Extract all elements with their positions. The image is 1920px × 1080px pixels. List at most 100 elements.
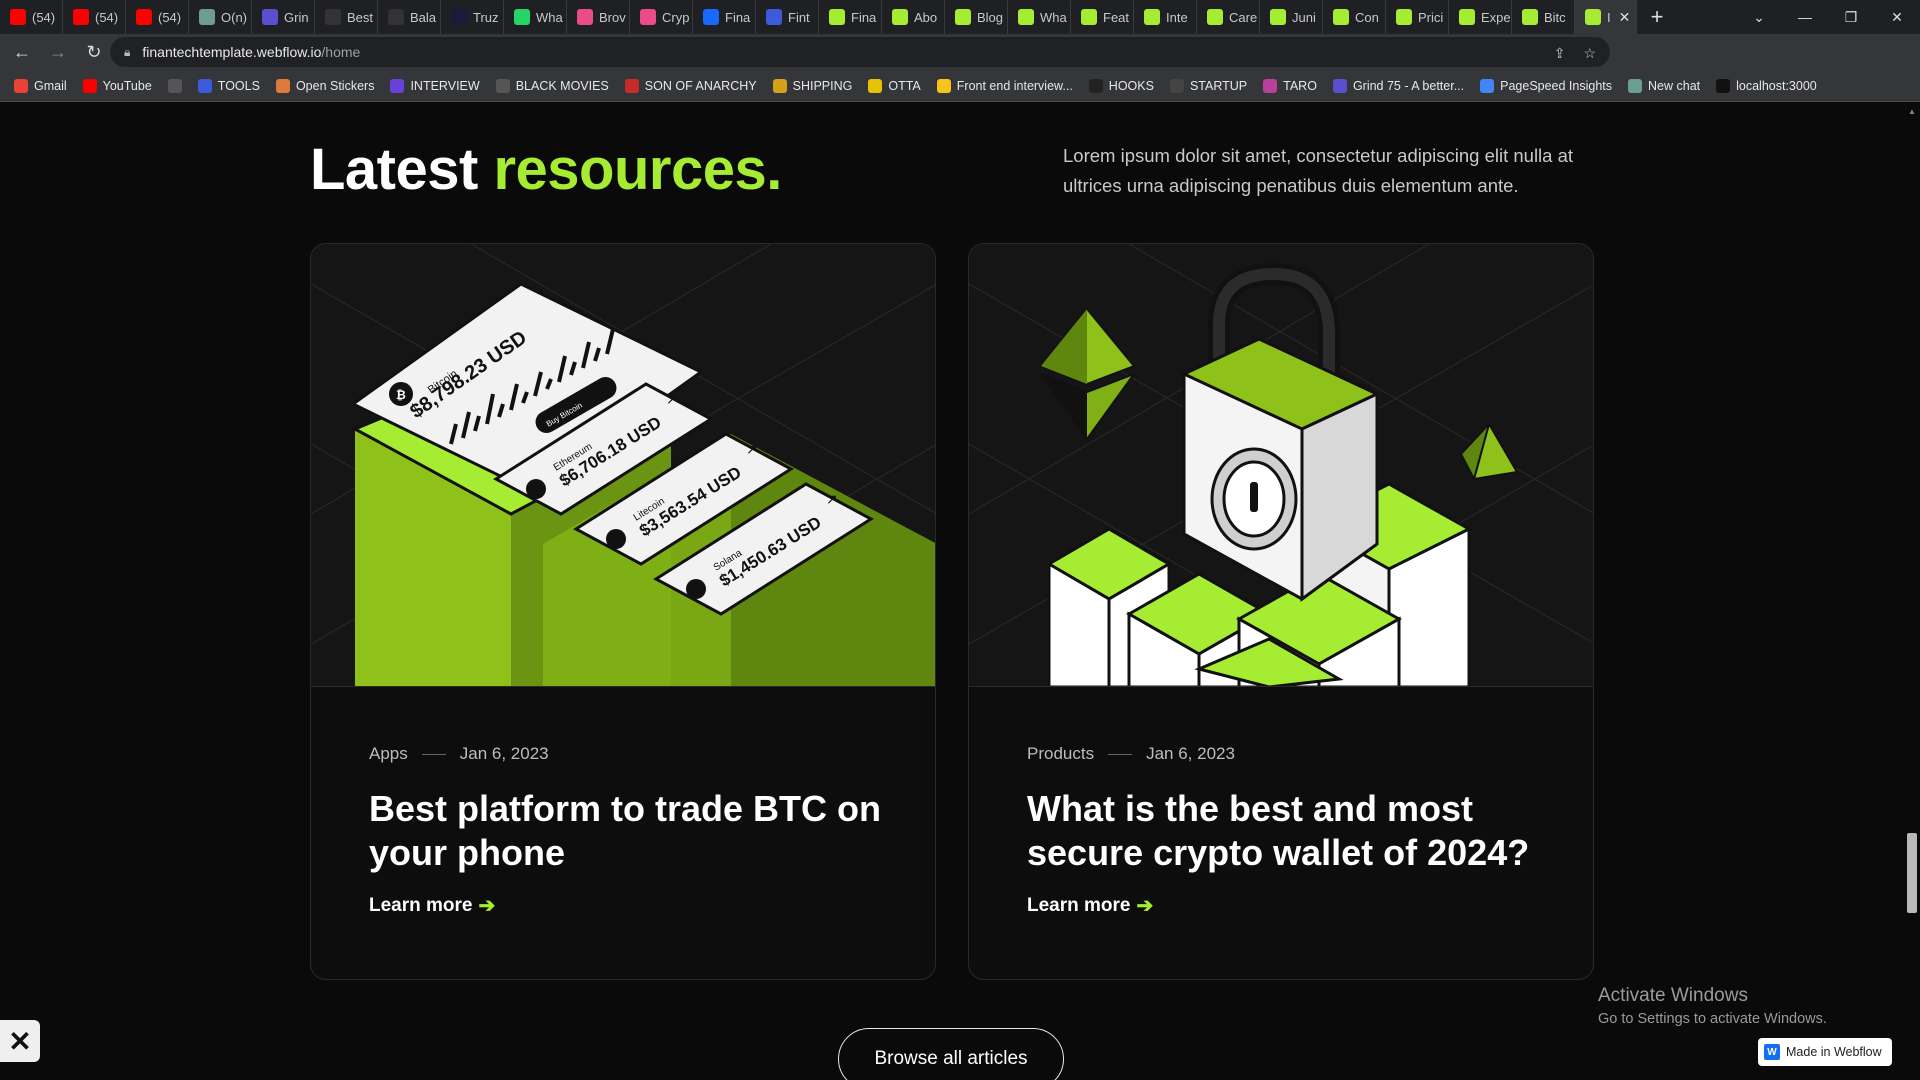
tab-title: Truz [473, 9, 499, 25]
site-icon [451, 9, 467, 25]
scroll-up-icon[interactable]: ▲ [1908, 107, 1916, 116]
browser-tab[interactable]: Expe [1449, 0, 1512, 34]
bookmark-item[interactable]: localhost:3000 [1716, 78, 1817, 93]
browser-tab[interactable]: Fina [693, 0, 756, 34]
crypto-icon [325, 9, 341, 25]
close-window-icon[interactable]: ✕ [1874, 9, 1920, 26]
share-icon[interactable]: ⇪ [1554, 45, 1566, 62]
learn-more-link[interactable]: Learn more ➔ [1027, 893, 1153, 918]
arrow-right-icon: ➔ [1136, 895, 1154, 917]
url-path: /home [321, 44, 361, 60]
bookmark-item[interactable]: SHIPPING [772, 78, 852, 93]
bookmark-label: HOOKS [1108, 78, 1154, 93]
bookmark-item[interactable]: Grind 75 - A better... [1332, 78, 1464, 93]
grind-icon [262, 9, 278, 25]
browser-tab[interactable]: Fina [819, 0, 882, 34]
new-tab-button[interactable]: + [1637, 0, 1677, 34]
bookmark-label: OTTA [888, 78, 921, 93]
hooks-icon [1088, 78, 1103, 93]
bookmark-item[interactable]: SON OF ANARCHY [624, 78, 757, 93]
card-illustration-btc: Bitcoin $8,798.23 USD ₿ Buy Bitcoin Ethe… [311, 244, 935, 687]
tab-title: Wha [1040, 9, 1067, 25]
reload-icon[interactable]: ↻ [80, 38, 108, 66]
bookmark-item[interactable]: TOOLS [197, 78, 260, 93]
browser-tab[interactable]: Prici [1386, 0, 1449, 34]
tab-title: (54) [32, 9, 56, 25]
browser-tab[interactable]: Truz [441, 0, 504, 34]
bookmark-item[interactable]: New chat [1628, 78, 1700, 93]
browser-tab[interactable]: Inte [1134, 0, 1197, 34]
browser-tab[interactable]: Wha [504, 0, 567, 34]
tab-title: (54) [95, 9, 119, 25]
browser-tab[interactable]: Cryp [630, 0, 693, 34]
article-card[interactable]: Products Jan 6, 2023 What is the best an… [968, 243, 1594, 980]
webflow-template-icon [1081, 9, 1097, 25]
browser-tab[interactable]: Con [1323, 0, 1386, 34]
tab-title: O(n) [221, 9, 247, 25]
browser-tab[interactable]: Brov [567, 0, 630, 34]
folder-icon [197, 78, 212, 93]
browser-tab[interactable]: Best [315, 0, 378, 34]
webflow-template-icon [1585, 9, 1601, 25]
scrollbar-thumb[interactable] [1907, 833, 1917, 913]
heading-accent: resources. [493, 137, 782, 202]
youtube-icon [136, 9, 152, 25]
bookmark-label: localhost:3000 [1736, 78, 1817, 93]
bookmark-item[interactable]: HOOKS [1088, 78, 1154, 93]
page-scrollbar[interactable]: ▲ [1904, 103, 1920, 1080]
browser-tab[interactable]: (54) [0, 0, 63, 34]
address-bar[interactable]: 🔒︎ finantechtemplate.webflow.io/home ⇪ ☆ [110, 37, 1610, 67]
bookmark-item[interactable]: OTTA [868, 78, 921, 93]
browser-tab[interactable]: Juni [1260, 0, 1323, 34]
close-tab-icon[interactable]: ✕ [1619, 9, 1631, 26]
browse-all-articles-button[interactable]: Browse all articles [838, 1028, 1064, 1080]
browser-tab[interactable]: (54) [126, 0, 189, 34]
bookmark-item[interactable]: BLACK MOVIES [495, 78, 609, 93]
browser-tab[interactable]: I ✕ [1575, 0, 1637, 34]
browser-tab[interactable]: Grin [252, 0, 315, 34]
learn-more-link[interactable]: Learn more ➔ [369, 893, 495, 918]
back-icon[interactable]: ← [8, 38, 36, 66]
browser-tab[interactable]: Blog [945, 0, 1008, 34]
browser-tab[interactable]: (54) [63, 0, 126, 34]
bookmark-label: TOOLS [217, 78, 260, 93]
youtube-icon [73, 9, 89, 25]
bookmark-item[interactable]: Front end interview... [936, 78, 1073, 93]
windows-activation-title: Activate Windows [1598, 985, 1748, 1006]
bookmark-item[interactable]: PageSpeed Insights [1480, 78, 1612, 93]
tab-title: Fina [851, 9, 877, 25]
bookmark-item[interactable]: Gmail [14, 78, 67, 93]
tab-title: Expe [1481, 9, 1511, 25]
browser-tab[interactable]: Bitc [1512, 0, 1575, 34]
browser-tab[interactable]: O(n) [189, 0, 252, 34]
minimize-icon[interactable]: — [1782, 9, 1828, 25]
browser-tab[interactable]: Abo [882, 0, 945, 34]
webflow-template-icon [829, 9, 845, 25]
made-in-webflow-badge[interactable]: W Made in Webflow [1758, 1038, 1892, 1066]
dribbble-icon [577, 9, 593, 25]
card-title[interactable]: What is the best and most secure crypto … [1027, 787, 1547, 875]
bookmark-item[interactable]: INTERVIEW [390, 78, 480, 93]
browser-tab[interactable]: Wha [1008, 0, 1071, 34]
card-category: Products [1027, 744, 1095, 763]
arrow-right-icon: ➔ [478, 895, 496, 917]
article-card[interactable]: Bitcoin $8,798.23 USD ₿ Buy Bitcoin Ethe… [310, 243, 936, 980]
tab-search-icon[interactable]: ⌄ [1736, 9, 1782, 26]
bookmark-item[interactable]: YouTube [82, 78, 152, 93]
tab-title: Bala [410, 9, 437, 25]
bookmark-label: INTERVIEW [410, 78, 480, 93]
bookmark-star-icon[interactable]: ☆ [1583, 45, 1596, 62]
browser-tab[interactable]: Bala [378, 0, 441, 34]
bookmark-item[interactable]: Open Stickers [275, 78, 374, 93]
card-title[interactable]: Best platform to trade BTC on your phone [369, 787, 889, 875]
forward-icon[interactable]: → [44, 38, 72, 66]
close-x-icon[interactable]: ✕ [0, 1020, 40, 1062]
browser-tab[interactable]: Feat [1071, 0, 1134, 34]
bookmark-label: Front end interview... [956, 78, 1073, 93]
bookmark-item[interactable]: TARO [1263, 78, 1317, 93]
browser-tab[interactable]: Care [1197, 0, 1260, 34]
bookmark-item[interactable]: STARTUP [1169, 78, 1247, 93]
browser-tab[interactable]: Fint [756, 0, 819, 34]
restore-icon[interactable]: ❐ [1828, 9, 1874, 26]
bookmark-item[interactable] [167, 78, 182, 93]
